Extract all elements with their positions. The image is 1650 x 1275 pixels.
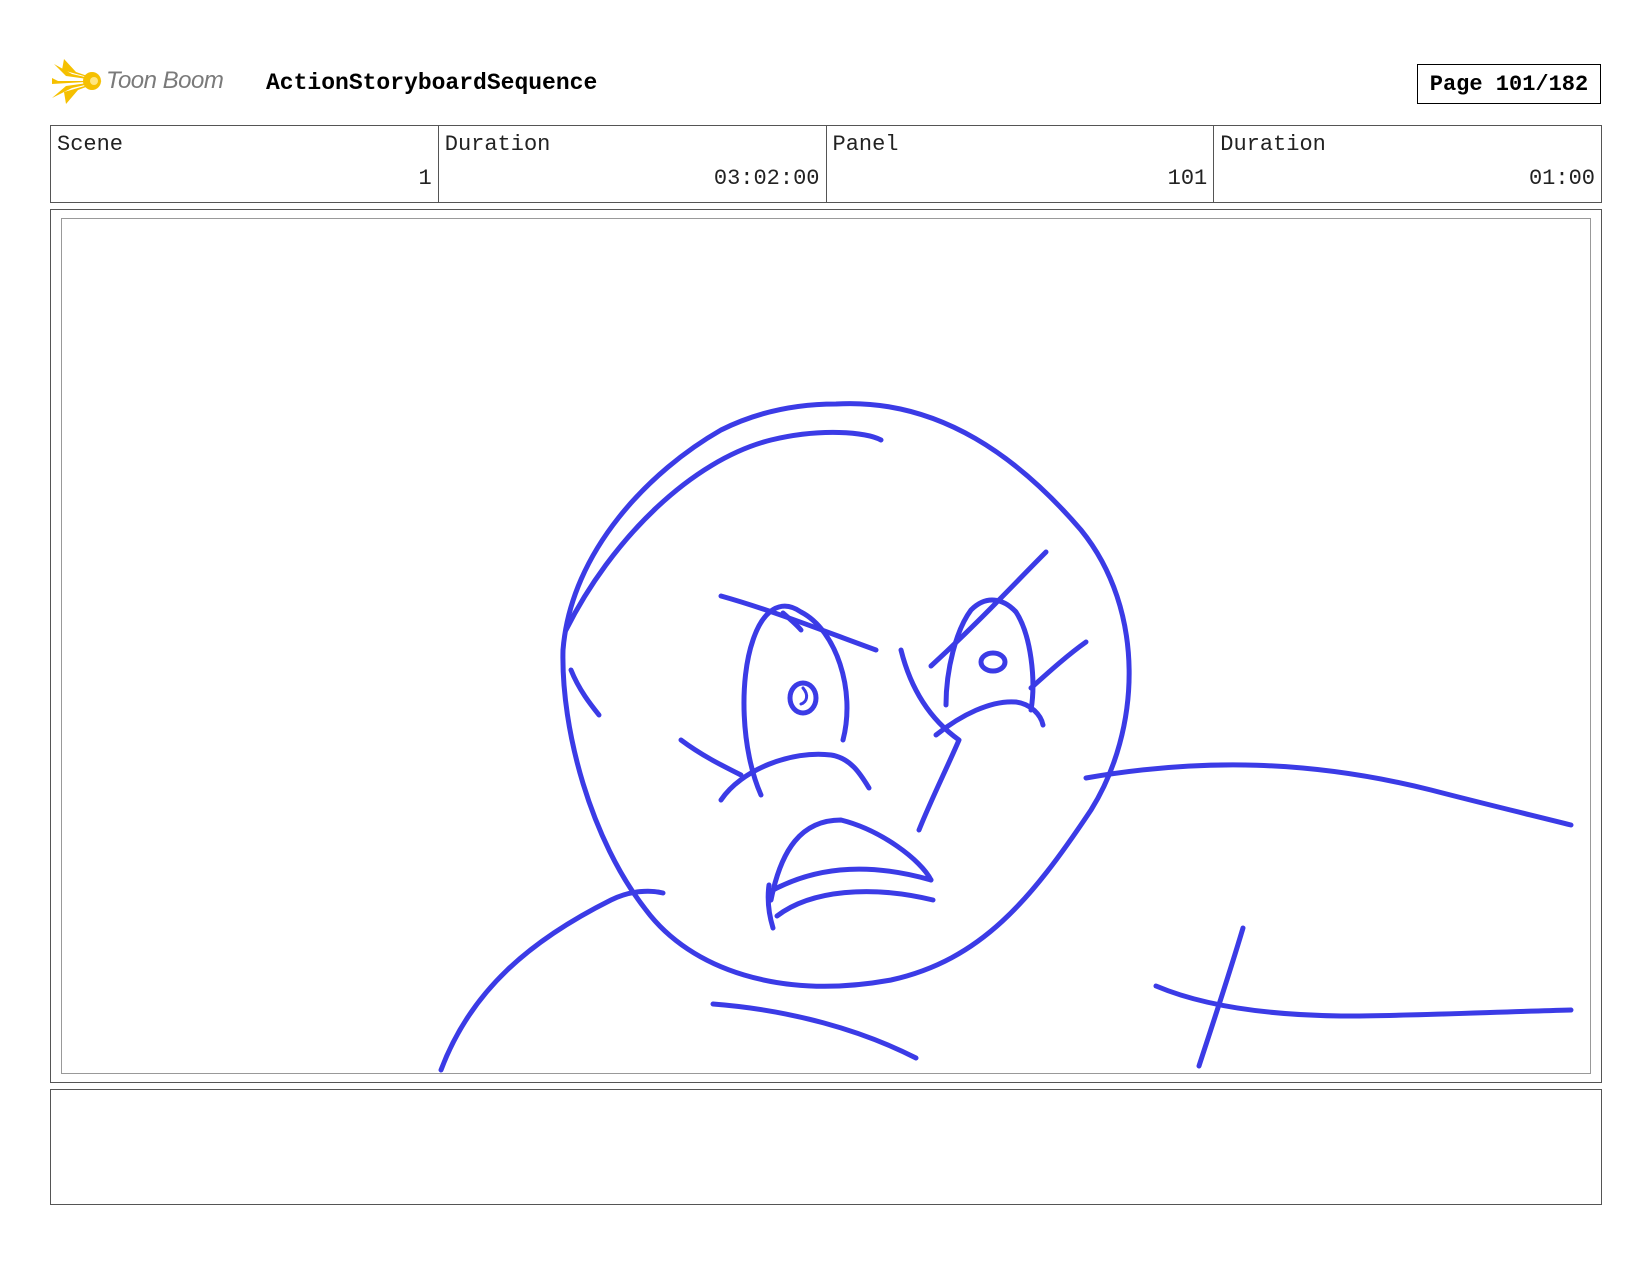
right-eye-crease [1028,639,1089,691]
project-title: ActionStoryboardSequence [266,70,598,96]
scene-duration-cell: Duration 03:02:00 [439,126,827,202]
shoulder-left [438,888,666,1073]
mouth-upper [768,817,934,903]
right-eye-lower [933,699,1046,738]
panel-notes-box [50,1089,1602,1205]
panel-value: 101 [1167,166,1208,191]
sketch-drawing [438,401,1574,1073]
arm-cross-stroke [1196,925,1246,1069]
scene-cell: Scene 1 [51,126,439,202]
page-indicator: Page 101/182 [1417,64,1601,104]
scene-duration-value: 03:02:00 [713,166,820,191]
cheek-mark [568,667,602,718]
scene-duration-label: Duration [444,132,551,157]
panel-info-table: Scene 1 Duration 03:02:00 Panel 101 Dura… [50,125,1602,203]
arm-upper [1083,762,1574,828]
toon-boom-logo: Toon Boom [52,56,224,106]
scene-label: Scene [57,132,124,157]
right-pupil [978,650,1008,674]
scene-value: 1 [418,166,432,191]
starburst-icon [52,59,102,104]
panel-duration-cell: Duration 01:00 [1214,126,1601,202]
left-eye-crease [678,737,744,778]
mouth-lower [774,889,936,919]
head-hairline [563,429,884,633]
logo-text: Toon Boom [106,67,224,94]
panel-duration-label: Duration [1220,132,1326,157]
panel-cell: Panel 101 [827,126,1215,202]
storyboard-panel [50,209,1602,1083]
left-pupil-highlight [799,686,809,706]
left-brow [718,593,879,653]
mouth-inner [770,866,934,893]
body-line [710,1001,919,1061]
left-eye-lower [718,751,872,803]
panel-label: Panel [832,132,899,157]
panel-duration-value: 01:00 [1528,166,1595,191]
